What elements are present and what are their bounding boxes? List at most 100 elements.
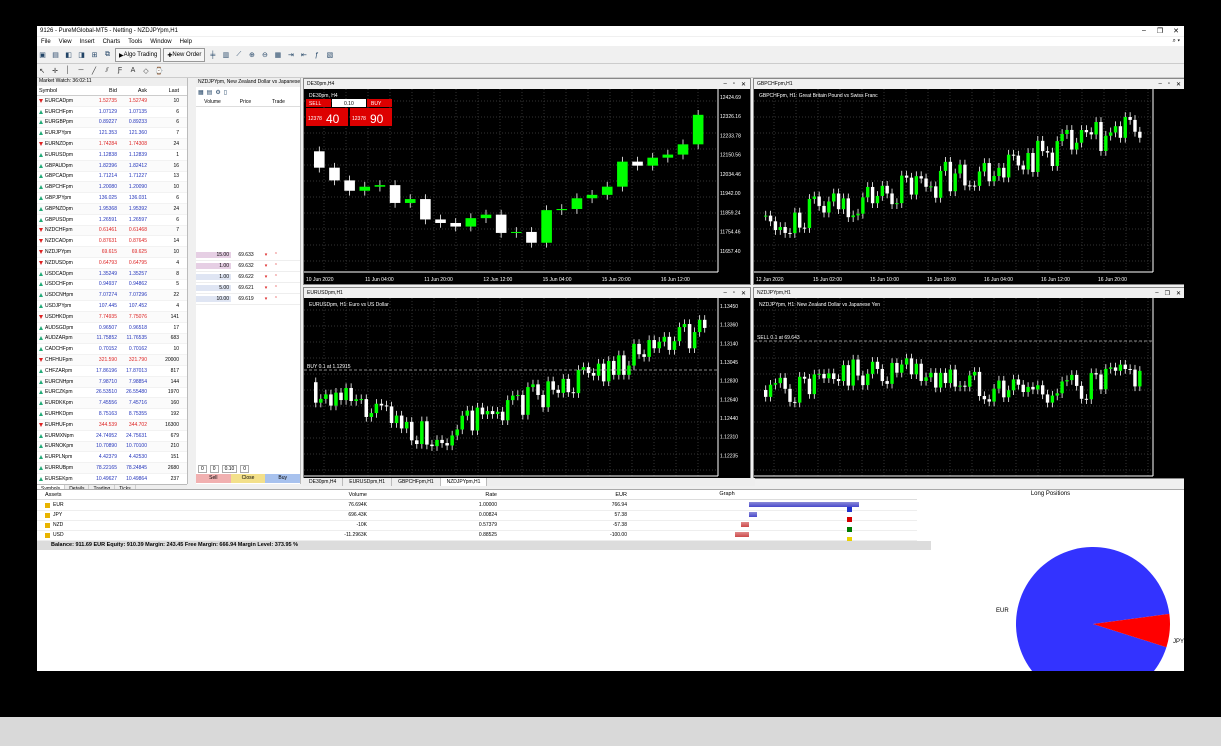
chart-tab[interactable]: EURUSDpm,H1	[343, 478, 393, 486]
periods-icon[interactable]: ⌚	[154, 67, 164, 75]
minimize-button[interactable]: –	[1136, 27, 1152, 35]
zoom-out-icon[interactable]: ⊖	[259, 49, 270, 61]
chart-close-icon[interactable]: ✕	[1176, 81, 1181, 88]
chart-maximize-icon[interactable]: ▫	[733, 290, 735, 297]
market-watch-row[interactable]: CADCHFpm 0.70152 0.70162 10	[37, 344, 187, 356]
chart-minimize-icon[interactable]: –	[1158, 81, 1161, 88]
market-watch-row[interactable]: EURCZKpm 26.53510 26.55480 1970	[37, 388, 187, 399]
market-watch-row[interactable]: EURUSDpm 1.12838 1.12839 1	[37, 150, 187, 161]
menu-charts[interactable]: Charts	[99, 39, 125, 45]
crosshair-icon[interactable]: ✛	[50, 67, 60, 75]
market-watch-row[interactable]: NZDJPYpm 69.615 69.625 10	[37, 247, 187, 258]
chart-close-icon[interactable]: ✕	[741, 81, 746, 88]
new-order-button[interactable]: ✚ New Order	[163, 48, 206, 62]
chart-window-de30[interactable]: DE30pm,H4 – ▫ ✕ DE30pm, H4 12424.69 12326.16 1…	[303, 78, 751, 285]
menu-help[interactable]: Help	[176, 39, 196, 45]
dom-row[interactable]: 5.00 69.621 ▾ ⌃	[196, 283, 300, 294]
market-watch-row[interactable]: GBPJPYpm 136.025 136.031 6	[37, 193, 187, 204]
chart-maximize-icon[interactable]: ▫	[733, 81, 735, 88]
market-watch-row[interactable]: NZDCHFpm 0.61461 0.61468 7	[37, 225, 187, 237]
horizontal-line-icon[interactable]: ─	[76, 67, 86, 74]
dom-row[interactable]: 1.00 69.622 ▾ ⌃	[196, 272, 300, 283]
col-rate[interactable]: Rate	[367, 492, 497, 498]
chart-canvas-nzdjpy[interactable]: NZDJPYpm, H1: New Zealand Dollar vs Japa…	[754, 298, 1184, 478]
close-button[interactable]: ✕	[1168, 27, 1184, 35]
data-window-icon[interactable]: ⊞	[89, 49, 100, 61]
market-watch-row[interactable]: GBPCHFpm 1.20080 1.20090 10	[37, 182, 187, 194]
new-chart-icon[interactable]: ▣	[37, 49, 48, 61]
chart-window-eurusd[interactable]: EURUSDpm,H1 – ▫ ✕ EURUSDpm, H1: Euro vs US …	[303, 287, 751, 479]
col-bid[interactable]: Bid	[87, 88, 117, 94]
market-watch-row[interactable]: EURHKDpm 8.75163 8.75355 192	[37, 409, 187, 420]
dom-dropdown-icon[interactable]: ▾	[261, 263, 271, 269]
chart-maximize-icon[interactable]: ▫	[1168, 81, 1170, 88]
chart-minimize-icon[interactable]: –	[723, 81, 726, 88]
indicators-icon[interactable]: ƒ	[311, 49, 322, 61]
dom-spin-icon[interactable]: ⌃	[271, 252, 281, 258]
menu-insert[interactable]: Insert	[76, 39, 99, 45]
market-watch-row[interactable]: EURDKKpm 7.45556 7.45716 160	[37, 398, 187, 410]
market-watch-row[interactable]: GBPAUDpm 1.82396 1.82412 16	[37, 160, 187, 172]
search-icon[interactable]: ⌕ ▾	[1168, 38, 1184, 45]
market-watch-row[interactable]: NZDCADpm 0.87631 0.87645 14	[37, 236, 187, 248]
menu-window[interactable]: Window	[146, 39, 175, 45]
market-watch-row[interactable]: AUDSGDpm 0.96507 0.96518 17	[37, 323, 187, 334]
dom-row[interactable]: 10.00 69.619 ▾ ⌃	[196, 294, 300, 305]
vertical-line-icon[interactable]: │	[63, 67, 73, 74]
market-watch-row[interactable]: EURNOKpm 10.70890 10.70100 210	[37, 441, 187, 453]
dom-chart-icon[interactable]: ▦	[198, 89, 204, 96]
strategy-tester-icon[interactable]: ⧉	[102, 49, 113, 61]
market-watch-row[interactable]: AUDZARpm 11.75852 11.76535 683	[37, 333, 187, 345]
chart-minimize-icon[interactable]: –	[723, 290, 726, 297]
chart-canvas-de30[interactable]: DE30pm, H4 12424.69 12326.16 12233.78 12150.…	[304, 89, 750, 284]
market-watch-row[interactable]: USDCNHpm 7.07274 7.07296 22	[37, 290, 187, 302]
col-volume[interactable]: Volume	[252, 492, 367, 498]
dom-settings-icon[interactable]: ⚙	[215, 89, 220, 96]
market-watch-row[interactable]: GBPNZDpm 1.95368 1.95392 24	[37, 203, 187, 215]
dom-volume-input[interactable]: 0.10	[221, 464, 238, 473]
chart-close-icon[interactable]: ✕	[741, 290, 746, 297]
dom-deviation-input[interactable]: 0	[240, 464, 250, 473]
market-watch-row[interactable]: EURNZDpm 1.74284 1.74308 24	[37, 139, 187, 150]
exposure-row[interactable]: USD -11.2963K 0.88525 -100.00	[37, 530, 917, 542]
market-watch-row[interactable]: CHFHUFpm 321.590 321.790 20000	[37, 355, 187, 366]
market-watch-row[interactable]: EURPLNpm 4.42379 4.42530 151	[37, 452, 187, 464]
chart-close-icon[interactable]: ✕	[1176, 290, 1181, 297]
dom-dropdown-icon[interactable]: ▾	[261, 285, 271, 291]
dom-row[interactable]: 15.00 69.633 ▾ ⌃	[196, 250, 300, 261]
col-last[interactable]: Last	[147, 88, 182, 94]
dom-sl-input[interactable]: 0	[198, 464, 207, 473]
market-watch-row[interactable]: EURCADpm 1.52735 1.52749 10	[37, 96, 187, 107]
navigator-icon[interactable]: ◨	[76, 49, 87, 61]
market-watch-row[interactable]: NZDUSDpm 0.64793 0.64795 4	[37, 258, 187, 269]
market-watch-row[interactable]: EURRUBpm 78.22165 78.24845 2680	[37, 463, 187, 474]
chart-window-nzdjpy[interactable]: NZDJPYpm,H1 – ❐ ✕ NZDJPYpm, H1: New Zealand…	[753, 287, 1184, 479]
dom-dropdown-icon[interactable]: ▾	[261, 296, 271, 302]
menu-file[interactable]: File	[37, 39, 55, 45]
chart-canvas-eurusd[interactable]: EURUSDpm, H1: Euro vs US Dollar 1.13450 1.…	[304, 298, 750, 478]
dom-spin-icon[interactable]: ⌃	[271, 296, 281, 302]
chart-tab[interactable]: DE30pm,H4	[303, 478, 344, 486]
chart-canvas-gbpchf[interactable]: GBPCHFpm, H1: Great Britain Pound vs Swi…	[754, 89, 1184, 284]
trendline-icon[interactable]: ╱	[89, 67, 99, 75]
dom-table-icon[interactable]: ▤	[207, 89, 213, 96]
market-watch-row[interactable]: EURJPYpm 121.353 121.360 7	[37, 128, 187, 140]
market-watch-row[interactable]: GBPCADpm 1.71214 1.71227 13	[37, 172, 187, 183]
chart-window-gbpchf[interactable]: GBPCHFpm,H1 – ▫ ✕ GBPCHFpm, H1: Great Brita…	[753, 78, 1184, 285]
market-watch-row[interactable]: USDCHFpm 0.94937 0.94862 5	[37, 280, 187, 291]
col-ask[interactable]: Ask	[117, 88, 147, 94]
market-watch-row[interactable]: CHFZARpm 17.86196 17.87013 817	[37, 366, 187, 377]
market-watch-row[interactable]: EURMXNpm 24.74952 24.75631 679	[37, 431, 187, 442]
dom-spin-icon[interactable]: ⌃	[271, 263, 281, 269]
bar-chart-icon[interactable]: ╪	[207, 49, 218, 61]
chart-tab[interactable]: GBPCHFpm,H1	[392, 478, 441, 486]
dom-dropdown-icon[interactable]: ▾	[261, 252, 271, 258]
templates-icon[interactable]: ▧	[324, 49, 335, 61]
auto-scroll-icon[interactable]: ⇥	[285, 49, 296, 61]
zoom-in-icon[interactable]: ⊕	[246, 49, 257, 61]
market-watch-icon[interactable]: ◧	[63, 49, 74, 61]
channel-icon[interactable]: ⫽	[102, 67, 112, 75]
dom-lock-icon[interactable]: ▯	[224, 89, 227, 96]
menu-view[interactable]: View	[55, 39, 76, 45]
chart-shift-icon[interactable]: ⇤	[298, 49, 309, 61]
